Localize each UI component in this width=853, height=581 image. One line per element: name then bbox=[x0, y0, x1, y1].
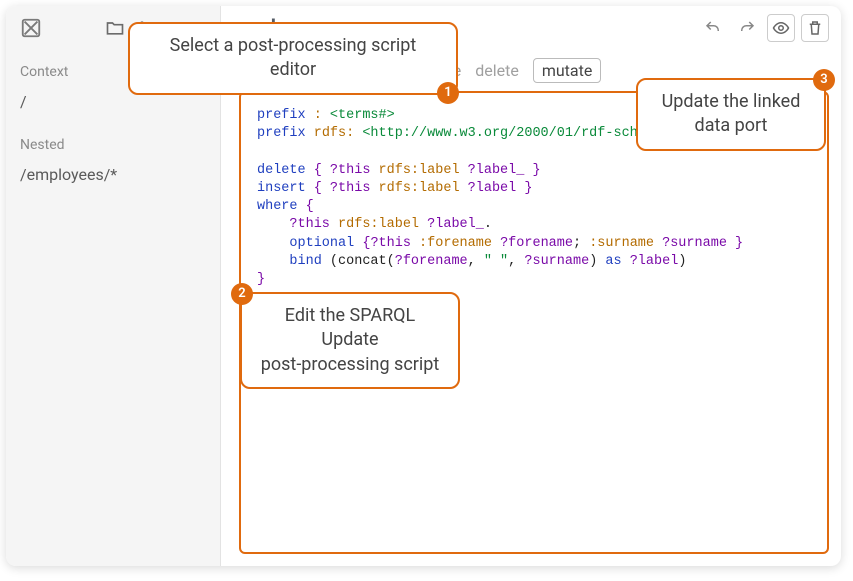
callout-1: Select a post-processing script editor 1 bbox=[128, 22, 458, 95]
callout-2-line2: post-processing script bbox=[261, 354, 439, 375]
callout-badge-1: 1 bbox=[437, 82, 459, 104]
sidebar-section-nested-label: Nested bbox=[6, 131, 220, 157]
callout-badge-3: 3 bbox=[813, 69, 835, 91]
tab-delete[interactable]: delete bbox=[475, 61, 519, 80]
callout-2-line1: Edit the SPARQL Update bbox=[285, 305, 416, 350]
undo-icon[interactable] bbox=[699, 14, 727, 42]
callout-3-line2: data port bbox=[695, 115, 768, 136]
callout-2: Edit the SPARQL Update post-processing s… bbox=[240, 292, 460, 389]
tab-mutate[interactable]: mutate bbox=[533, 58, 602, 83]
callout-3: Update the linked data port 3 bbox=[636, 78, 826, 151]
header-actions bbox=[699, 14, 829, 42]
callout-3-line1: Update the linked bbox=[662, 91, 801, 112]
eye-icon[interactable] bbox=[767, 14, 795, 42]
callout-badge-2: 2 bbox=[231, 283, 253, 305]
brand-logo-icon bbox=[20, 17, 42, 39]
folder-icon[interactable] bbox=[102, 16, 128, 40]
redo-icon[interactable] bbox=[733, 14, 761, 42]
callout-1-text: Select a post-processing script editor bbox=[170, 35, 417, 80]
trash-icon[interactable] bbox=[801, 14, 829, 42]
sidebar-nested-item[interactable]: /employees/* bbox=[6, 157, 220, 204]
